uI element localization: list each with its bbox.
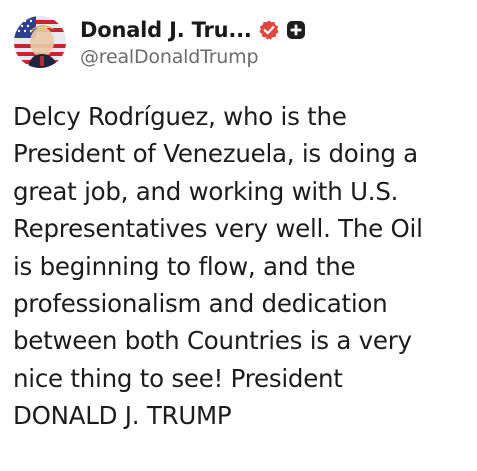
avatar-image bbox=[14, 16, 66, 68]
post-card: Donald J. Tru... @realDonaldTrump Delcy … bbox=[0, 0, 477, 471]
post-body-line: Representatives very well. The Oil bbox=[13, 214, 423, 244]
post-body-line: DONALD J. TRUMP bbox=[13, 401, 232, 431]
display-name[interactable]: Donald J. Tru... bbox=[80, 18, 252, 42]
verified-badge-icon bbox=[258, 19, 280, 41]
post-body: Delcy Rodríguez, who is the President of… bbox=[13, 98, 473, 435]
name-row: Donald J. Tru... bbox=[80, 16, 306, 44]
post-body-line: nice thing to see! President bbox=[13, 363, 343, 393]
post-body-line: professionalism and dedication bbox=[13, 289, 388, 319]
post-body-line: Delcy Rodríguez, who is the bbox=[13, 102, 347, 131]
post-body-line: is beginning to flow, and the bbox=[13, 251, 356, 281]
plus-badge-icon bbox=[286, 20, 306, 40]
author-handle[interactable]: @realDonaldTrump bbox=[80, 46, 306, 68]
post-body-line: great job, and working with U.S. bbox=[13, 176, 399, 206]
post-body-line: President of Venezuela, is doing a bbox=[13, 139, 418, 169]
post-header: Donald J. Tru... @realDonaldTrump bbox=[14, 14, 306, 70]
avatar[interactable] bbox=[14, 16, 66, 68]
post-body-line: between both Countries is a very bbox=[13, 326, 412, 356]
author-identity: Donald J. Tru... @realDonaldTrump bbox=[80, 16, 306, 68]
